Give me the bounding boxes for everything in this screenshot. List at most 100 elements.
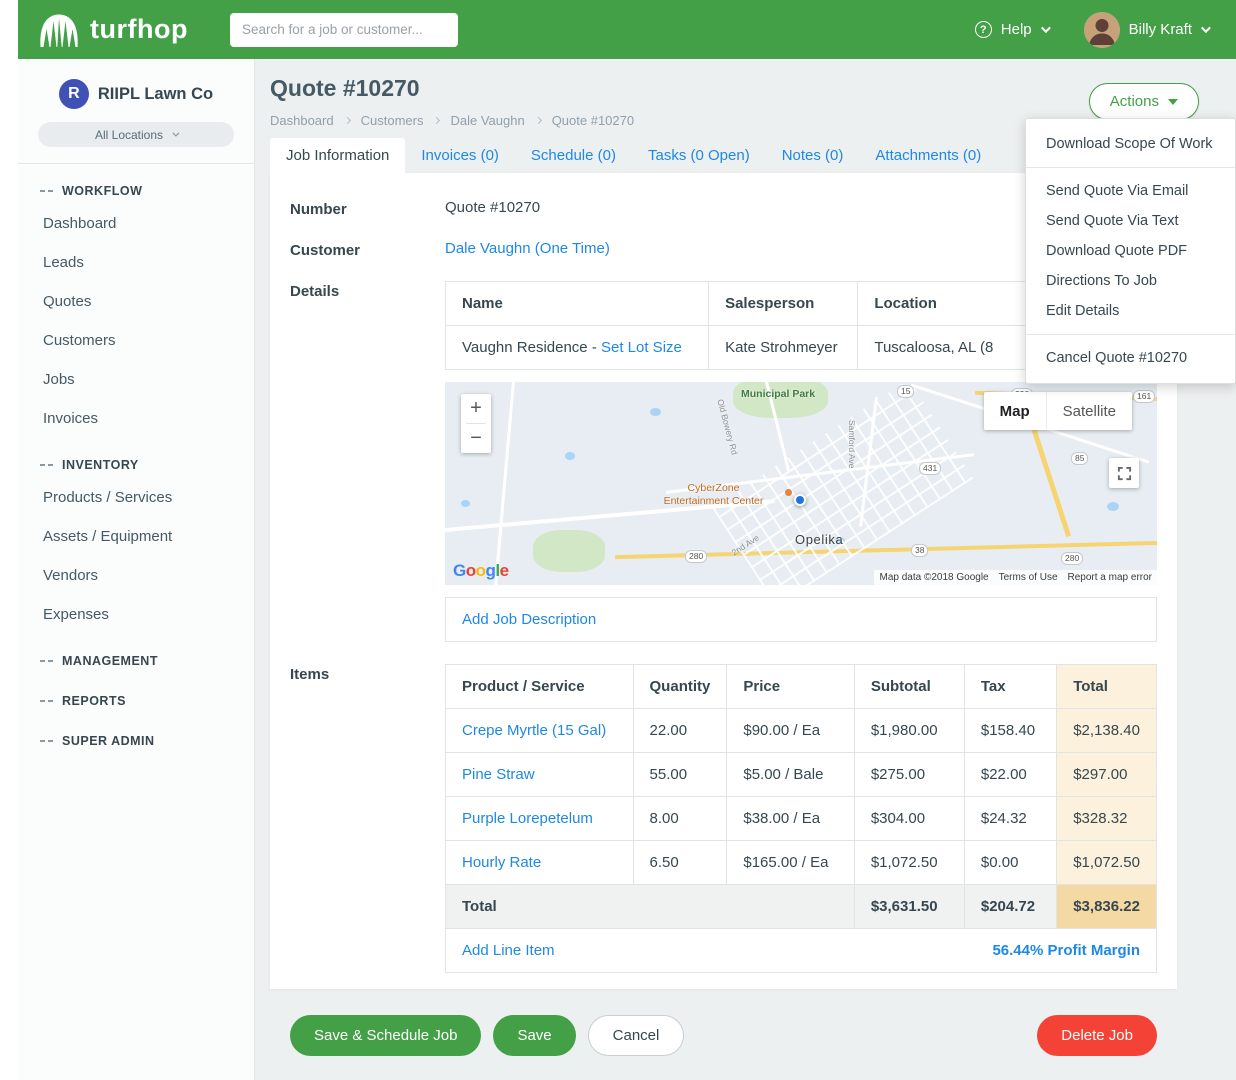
breadcrumb-customers[interactable]: Customers xyxy=(361,113,424,128)
zoom-in-button[interactable]: + xyxy=(461,394,491,423)
item-subtotal: $304.00 xyxy=(854,797,964,841)
tab-schedule[interactable]: Schedule (0) xyxy=(515,138,632,173)
sidebar-divider xyxy=(18,163,254,164)
locations-dropdown[interactable]: All Locations xyxy=(38,122,234,147)
cancel-button[interactable]: Cancel xyxy=(588,1015,685,1056)
sidebar-section-reports[interactable]: REPORTS xyxy=(18,679,254,714)
customer-type-link[interactable]: (One Time) xyxy=(535,240,610,257)
search-input[interactable] xyxy=(230,13,458,47)
sidebar-section-management[interactable]: MANAGEMENT xyxy=(18,639,254,674)
set-lot-size-link[interactable]: Set Lot Size xyxy=(601,339,682,356)
menu-item-download-scope-of-work[interactable]: Download Scope Of Work xyxy=(1026,129,1235,159)
item-row: Hourly Rate 6.50 $165.00 / Ea $1,072.50 … xyxy=(446,841,1157,885)
item-row: Pine Straw 55.00 $5.00 / Bale $275.00 $2… xyxy=(446,753,1157,797)
fullscreen-button[interactable] xyxy=(1109,458,1139,488)
fullscreen-icon xyxy=(1117,466,1132,481)
add-job-description-link[interactable]: Add Job Description xyxy=(462,611,596,628)
menu-item-cancel-quote[interactable]: Cancel Quote #10270 xyxy=(1026,343,1235,373)
breadcrumb-dale-vaughn[interactable]: Dale Vaughn xyxy=(450,113,524,128)
google-letter: o xyxy=(476,561,486,580)
chevron-right-icon xyxy=(535,117,542,124)
tab-tasks[interactable]: Tasks (0 Open) xyxy=(632,138,766,173)
chevron-down-icon xyxy=(1041,23,1051,33)
chevron-right-icon xyxy=(433,117,440,124)
sidebar-section-super-admin[interactable]: SUPER ADMIN xyxy=(18,719,254,754)
menu-item-send-quote-via-email[interactable]: Send Quote Via Email xyxy=(1026,176,1235,206)
help-menu[interactable]: ? Help xyxy=(975,21,1048,38)
sidebar-item-invoices[interactable]: Invoices xyxy=(18,399,254,438)
item-row: Crepe Myrtle (15 Gal) 22.00 $90.00 / Ea … xyxy=(446,709,1157,753)
sidebar-section-inventory[interactable]: INVENTORY xyxy=(18,443,254,478)
breadcrumb-dashboard[interactable]: Dashboard xyxy=(270,113,334,128)
poi-line2: Entertainment Center xyxy=(641,495,786,508)
section-label: WORKFLOW xyxy=(62,184,142,198)
product-link[interactable]: Hourly Rate xyxy=(462,854,541,871)
save-and-schedule-button[interactable]: Save & Schedule Job xyxy=(290,1015,481,1056)
items-header-tax: Tax xyxy=(964,665,1056,709)
section-label: MANAGEMENT xyxy=(62,654,158,668)
sidebar-item-products-services[interactable]: Products / Services xyxy=(18,478,254,517)
tab-attachments[interactable]: Attachments (0) xyxy=(859,138,997,173)
section-label: SUPER ADMIN xyxy=(62,734,155,748)
sidebar-item-leads[interactable]: Leads xyxy=(18,243,254,282)
field-label-number: Number xyxy=(290,199,445,218)
map-type-control: Map Satellite xyxy=(984,392,1132,430)
menu-item-directions-to-job[interactable]: Directions To Job xyxy=(1026,266,1235,296)
map-attribution: Map data ©2018 Google Terms of Use Repor… xyxy=(874,570,1157,585)
menu-item-send-quote-via-text[interactable]: Send Quote Via Text xyxy=(1026,206,1235,236)
report-map-error-link[interactable]: Report a map error xyxy=(1063,572,1157,583)
tab-invoices[interactable]: Invoices (0) xyxy=(405,138,515,173)
sidebar-item-quotes[interactable]: Quotes xyxy=(18,282,254,321)
actions-label: Actions xyxy=(1110,93,1159,110)
field-label-customer: Customer xyxy=(290,240,445,259)
chevron-right-icon xyxy=(344,117,351,124)
sidebar-item-vendors[interactable]: Vendors xyxy=(18,556,254,595)
item-total: $328.32 xyxy=(1057,797,1157,841)
item-quantity: 8.00 xyxy=(633,797,727,841)
total-label: Total xyxy=(446,885,855,929)
pond xyxy=(650,408,661,416)
google-letter: o xyxy=(466,561,476,580)
menu-item-download-quote-pdf[interactable]: Download Quote PDF xyxy=(1026,236,1235,266)
sidebar-section-workflow[interactable]: WORKFLOW xyxy=(18,169,254,204)
sidebar: R RIIPL Lawn Co All Locations WORKFLOW D… xyxy=(18,59,255,1080)
google-letter: G xyxy=(453,561,466,580)
page: turfhop ? Help Billy Kraft xyxy=(0,0,1236,1080)
menu-item-edit-details[interactable]: Edit Details xyxy=(1026,296,1235,326)
satellite-view-button[interactable]: Satellite xyxy=(1046,392,1132,430)
actions-button[interactable]: Actions xyxy=(1089,83,1199,120)
sidebar-item-expenses[interactable]: Expenses xyxy=(18,595,254,634)
items-header-subtotal: Subtotal xyxy=(854,665,964,709)
zoom-out-button[interactable]: − xyxy=(461,424,491,453)
tab-notes[interactable]: Notes (0) xyxy=(766,138,860,173)
product-link[interactable]: Crepe Myrtle (15 Gal) xyxy=(462,722,606,739)
poi-line1: CyberZone xyxy=(641,482,786,495)
google-logo[interactable]: Google xyxy=(453,561,509,581)
product-link[interactable]: Purple Lorepetelum xyxy=(462,810,593,827)
add-line-item-link[interactable]: Add Line Item xyxy=(462,942,555,959)
sidebar-item-customers[interactable]: Customers xyxy=(18,321,254,360)
sidebar-item-jobs[interactable]: Jobs xyxy=(18,360,254,399)
company-selector[interactable]: R RIIPL Lawn Co xyxy=(18,73,254,122)
delete-job-button[interactable]: Delete Job xyxy=(1037,1015,1157,1056)
customer-link[interactable]: Dale Vaughn xyxy=(445,240,531,257)
terms-of-use-link[interactable]: Terms of Use xyxy=(994,572,1063,583)
sidebar-item-dashboard[interactable]: Dashboard xyxy=(18,204,254,243)
item-row: Purple Lorepetelum 8.00 $38.00 / Ea $304… xyxy=(446,797,1157,841)
save-button[interactable]: Save xyxy=(493,1015,575,1056)
main-content: Quote #10270 Dashboard Customers Dale Va… xyxy=(255,59,1236,1080)
items-footer: Add Line Item 56.44% Profit Margin xyxy=(445,929,1157,973)
tab-job-information[interactable]: Job Information xyxy=(270,138,405,173)
street-label: Samford Ave xyxy=(847,420,857,469)
field-label-details: Details xyxy=(290,281,445,642)
map-view-button[interactable]: Map xyxy=(984,392,1046,430)
item-subtotal: $1,072.50 xyxy=(854,841,964,885)
sidebar-item-assets-equipment[interactable]: Assets / Equipment xyxy=(18,517,254,556)
item-quantity: 6.50 xyxy=(633,841,727,885)
product-link[interactable]: Pine Straw xyxy=(462,766,535,783)
user-menu[interactable]: Billy Kraft xyxy=(1084,12,1208,48)
map[interactable]: Municipal Park CyberZone Entertainment C… xyxy=(445,382,1157,585)
brand-home-link[interactable]: turfhop xyxy=(38,12,188,48)
items-total-row: Total $3,631.50 $204.72 $3,836.22 xyxy=(446,885,1157,929)
item-price: $38.00 / Ea xyxy=(727,797,854,841)
